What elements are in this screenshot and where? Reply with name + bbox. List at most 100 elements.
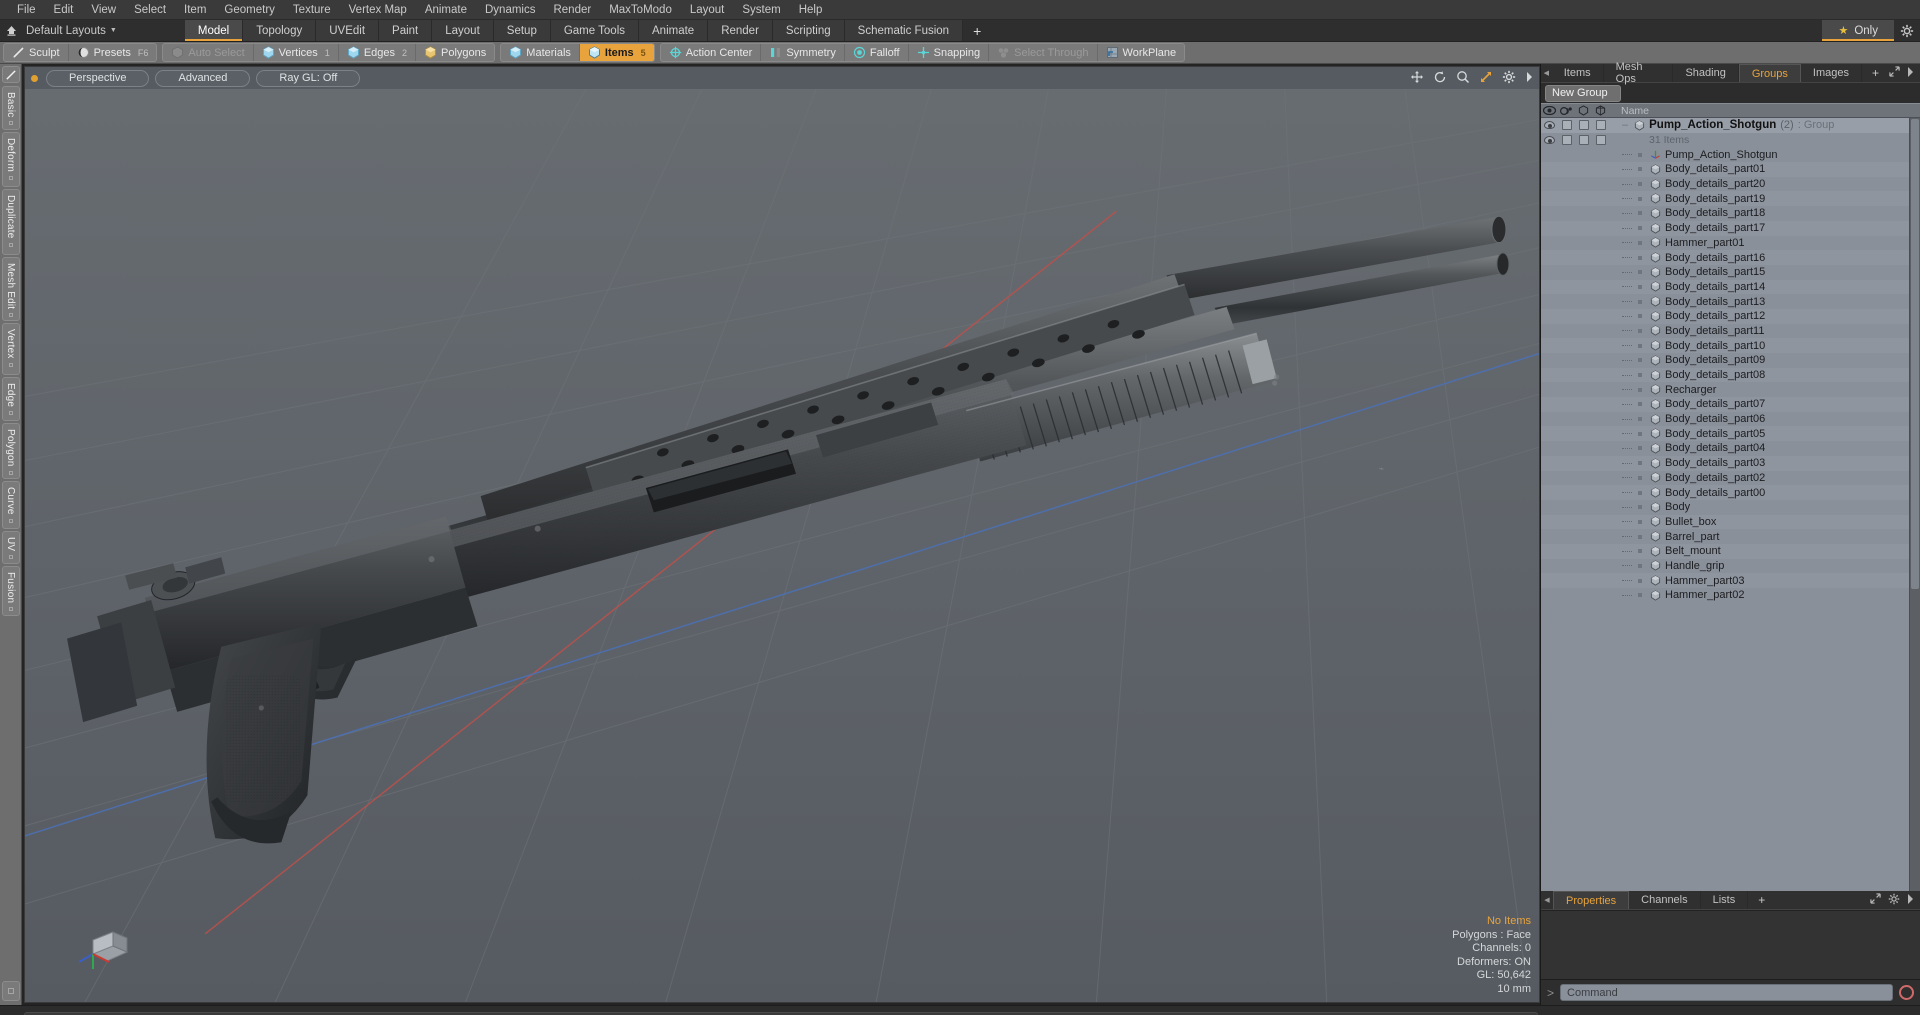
tree-item-row[interactable]: Body_details_part09 — [1541, 353, 1920, 368]
tool-tab-curve[interactable]: Curve — [1, 481, 20, 529]
render-icon[interactable] — [1558, 106, 1575, 116]
menu-item-edit[interactable]: Edit — [45, 2, 83, 18]
viewport-shading-mode-dropdown[interactable]: Advanced — [155, 69, 251, 87]
visibility-icon[interactable] — [1541, 106, 1558, 115]
tree-item-row[interactable]: Body_details_part10 — [1541, 338, 1920, 353]
tree-item-row[interactable]: Body_details_part05 — [1541, 426, 1920, 442]
expand-icon[interactable] — [1889, 66, 1900, 80]
menu-item-help[interactable]: Help — [790, 2, 832, 18]
tree-item-name-cell[interactable]: Recharger — [1609, 384, 1716, 396]
tree-item-row[interactable]: Body_details_part00 — [1541, 485, 1920, 500]
edges-mode-button[interactable]: Edges 2 — [339, 44, 417, 61]
tree-item-row[interactable]: Hammer_part01 — [1541, 236, 1920, 251]
sculpt-button[interactable]: Sculpt — [4, 44, 69, 61]
tree-item-name-cell[interactable]: Body_details_part15 — [1609, 266, 1765, 278]
tree-item-name-cell[interactable]: Body_details_part13 — [1609, 296, 1765, 308]
tab-shading[interactable]: Shading — [1673, 64, 1739, 82]
row-shade-toggle[interactable] — [1575, 120, 1592, 131]
menu-item-system[interactable]: System — [733, 2, 789, 18]
layout-tab-render[interactable]: Render — [708, 20, 773, 41]
chevron-right-icon[interactable] — [1907, 893, 1914, 907]
layout-tab-paint[interactable]: Paint — [379, 20, 433, 41]
row-shade-toggle[interactable] — [1575, 135, 1592, 146]
add-layout-tab-button[interactable]: + — [963, 20, 991, 41]
tree-item-row[interactable]: Body_details_part11 — [1541, 324, 1920, 339]
zoom-icon[interactable] — [1456, 70, 1470, 86]
tool-tab-mesh-edit[interactable]: Mesh Edit — [1, 257, 20, 321]
record-icon[interactable] — [1899, 985, 1914, 1000]
tabbar-scroll-left-icon[interactable]: ◀ — [1541, 891, 1553, 909]
layout-tab-topology[interactable]: Topology — [243, 20, 317, 41]
tab-groups[interactable]: Groups — [1738, 64, 1801, 82]
tree-item-row[interactable]: Body — [1541, 500, 1920, 515]
menu-item-select[interactable]: Select — [125, 2, 175, 18]
tree-group-row[interactable]: – Pump_Action_Shotgun (2) : Group — [1541, 118, 1920, 133]
polygons-mode-button[interactable]: Polygons — [416, 44, 494, 61]
menu-item-view[interactable]: View — [82, 2, 125, 18]
workplane-button[interactable]: WorkPlane — [1098, 44, 1185, 61]
move-icon[interactable] — [1410, 70, 1424, 86]
menu-item-layout[interactable]: Layout — [681, 2, 734, 18]
layout-tab-scripting[interactable]: Scripting — [772, 20, 845, 41]
tree-item-row[interactable]: Barrel_part — [1541, 529, 1920, 544]
gear-icon[interactable] — [1894, 20, 1920, 41]
chevron-right-icon[interactable] — [1525, 71, 1533, 85]
tree-item-name-cell[interactable]: Body_details_part10 — [1609, 340, 1765, 352]
wireframe-icon[interactable] — [1592, 105, 1609, 116]
tree-item-name-cell[interactable]: Body_details_part00 — [1609, 487, 1765, 499]
tabbar-scroll-left-icon[interactable]: ◀ — [1541, 64, 1552, 82]
tree-item-name-cell[interactable]: Body_details_part12 — [1609, 310, 1765, 322]
tree-item-row[interactable]: Body_details_part14 — [1541, 279, 1920, 295]
tree-item-row[interactable]: Body_details_part12 — [1541, 308, 1920, 324]
tree-item-name-cell[interactable]: Bullet_box — [1609, 516, 1716, 528]
menu-item-render[interactable]: Render — [544, 2, 600, 18]
tree-item-row[interactable]: Hammer_part03 — [1541, 573, 1920, 588]
row-wire-toggle[interactable] — [1592, 120, 1609, 131]
tree-item-row[interactable]: Body_details_part06 — [1541, 412, 1920, 427]
tree-item-row[interactable]: Handle_grip — [1541, 559, 1920, 574]
tree-item-name-cell[interactable]: Belt_mount — [1609, 545, 1721, 557]
tree-item-name-cell[interactable]: Body_details_part04 — [1609, 442, 1765, 454]
row-visibility-toggle[interactable] — [1541, 136, 1558, 145]
tree-item-row[interactable]: Body_details_part19 — [1541, 191, 1920, 207]
shade-icon[interactable] — [1575, 105, 1592, 116]
tree-item-name-cell[interactable]: Body_details_part02 — [1609, 472, 1765, 484]
viewport-view-mode-dropdown[interactable]: Perspective — [46, 69, 150, 87]
gear-icon[interactable] — [1502, 70, 1516, 86]
tree-item-name-cell[interactable]: Body_details_part20 — [1609, 178, 1765, 190]
gear-icon[interactable] — [1888, 893, 1900, 908]
add-bottom-tab-button[interactable]: + — [1748, 891, 1775, 909]
new-group-button[interactable]: New Group — [1545, 84, 1621, 102]
menu-item-dynamics[interactable]: Dynamics — [476, 2, 544, 18]
vertices-mode-button[interactable]: Vertices 1 — [254, 44, 339, 61]
tab-mesh-ops[interactable]: Mesh Ops — [1604, 61, 1674, 85]
tree-item-row[interactable]: Body_details_part07 — [1541, 397, 1920, 412]
tree-item-name-cell[interactable]: Body_details_part16 — [1609, 252, 1765, 264]
command-input[interactable]: Command — [1560, 984, 1893, 1001]
tree-item-row[interactable]: Body_details_part04 — [1541, 441, 1920, 456]
layout-tab-uvedit[interactable]: UVEdit — [316, 20, 380, 41]
tab-images[interactable]: Images — [1801, 64, 1862, 82]
tree-item-name-cell[interactable]: Pump_Action_Shotgun — [1609, 149, 1778, 161]
rotate-icon[interactable] — [1433, 70, 1447, 86]
row-wire-toggle[interactable] — [1592, 135, 1609, 146]
tree-item-name-cell[interactable]: Body — [1609, 501, 1690, 513]
tab-channels[interactable]: Channels — [1629, 891, 1701, 909]
snapping-button[interactable]: Snapping — [909, 44, 990, 61]
tree-item-row[interactable]: Hammer_part02 — [1541, 588, 1920, 603]
tree-item-name-cell[interactable]: Body_details_part17 — [1609, 222, 1765, 234]
layout-tab-game-tools[interactable]: Game Tools — [550, 20, 639, 41]
tree-item-row[interactable]: Belt_mount — [1541, 543, 1920, 559]
tree-item-name-cell[interactable]: Hammer_part03 — [1609, 575, 1744, 587]
add-panel-tab-button[interactable]: + — [1862, 64, 1889, 82]
tree-item-name-cell[interactable]: Body_details_part14 — [1609, 281, 1765, 293]
tab-properties[interactable]: Properties — [1553, 891, 1630, 909]
tree-item-name-cell[interactable]: Hammer_part02 — [1609, 589, 1744, 601]
collapse-toggle-icon[interactable]: – — [1622, 119, 1628, 131]
tree-item-name-cell[interactable]: Handle_grip — [1609, 560, 1724, 572]
fit-icon[interactable] — [1479, 70, 1493, 86]
group-row-name[interactable]: – Pump_Action_Shotgun (2) : Group — [1609, 119, 1834, 131]
default-layouts-dropdown[interactable]: Default Layouts ▼ — [22, 20, 127, 41]
groups-tree[interactable]: – Pump_Action_Shotgun (2) : Group 31 Ite… — [1541, 118, 1920, 891]
row-visibility-toggle[interactable] — [1541, 121, 1558, 130]
